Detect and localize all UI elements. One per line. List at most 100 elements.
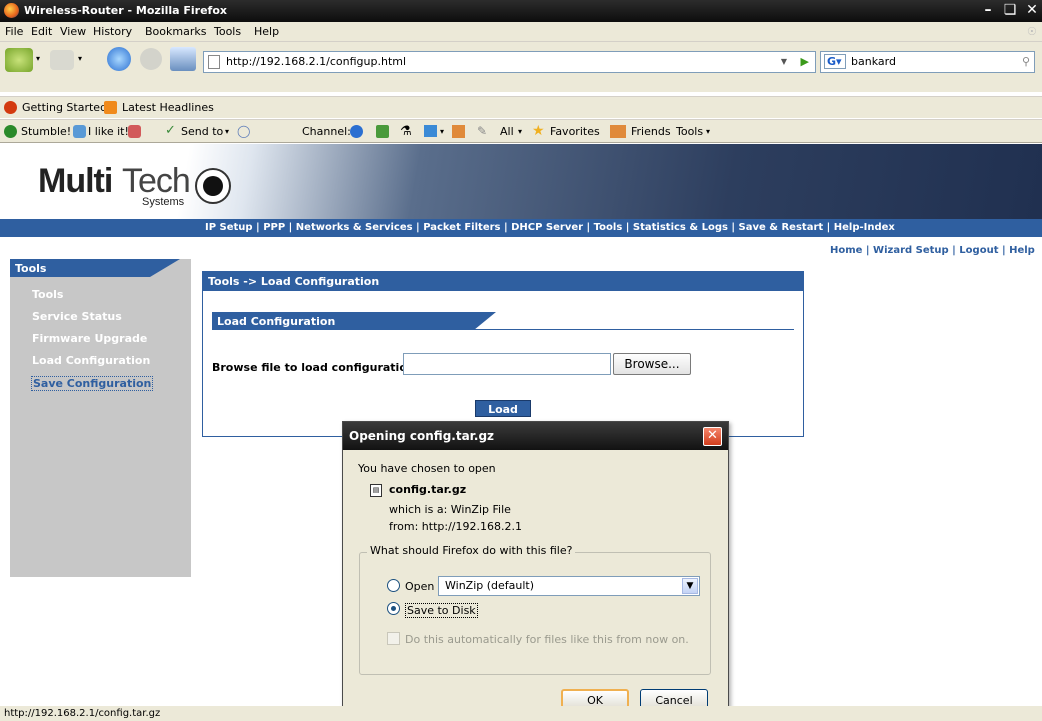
stop-icon[interactable] <box>140 48 162 70</box>
dialog-file-source: from: http://192.168.2.1 <box>389 520 522 533</box>
forward-dropdown-icon[interactable]: ▾ <box>78 54 82 63</box>
dialog-file-type: which is a: WinZip File <box>389 503 511 516</box>
page-icon <box>208 55 220 69</box>
url-dropdown-icon[interactable]: ▼ <box>781 52 787 72</box>
browse-label: Browse file to load configuration <box>212 361 415 374</box>
chevron-down-icon[interactable]: ▼ <box>682 578 698 594</box>
window-title: Wireless-Router - Mozilla Firefox <box>24 4 227 17</box>
menu-file[interactable]: File <box>5 25 23 38</box>
archive-file-icon: ▤ <box>370 484 382 497</box>
menu-bar: File Edit View History Bookmarks Tools H… <box>0 22 1042 42</box>
throbber-icon: ☉ <box>1027 25 1037 38</box>
firefox-icon <box>4 3 19 18</box>
stumbleupon-icon <box>4 125 17 138</box>
search-input[interactable]: G▾ bankard ⚲ <box>820 51 1035 73</box>
open-with-value: WinZip (default) <box>445 579 535 592</box>
sidebar-item-service-status[interactable]: Service Status <box>32 310 122 323</box>
bookmark-latest-headlines[interactable]: Latest Headlines <box>122 101 214 114</box>
open-with-select[interactable]: WinZip (default) ▼ <box>438 576 700 596</box>
close-window-button[interactable]: ✕ <box>1022 1 1042 20</box>
search-icon[interactable]: ⚲ <box>1022 52 1030 72</box>
go-icon[interactable]: ▶ <box>801 52 809 72</box>
tools-dropdown-icon[interactable]: ▾ <box>706 127 710 136</box>
dialog-intro-text: You have chosen to open <box>358 462 496 475</box>
section-divider <box>212 329 794 330</box>
all-button[interactable]: All <box>500 125 514 138</box>
all-dropdown-icon[interactable]: ▾ <box>518 127 522 136</box>
comment-icon[interactable]: ◯ <box>237 124 250 138</box>
image-icon[interactable] <box>424 125 437 137</box>
router-main-nav: IP Setup | PPP | Networks & Services | P… <box>0 219 1042 237</box>
home-icon[interactable] <box>170 47 196 71</box>
file-open-dialog: Opening config.tar.gz ✕ You have chosen … <box>342 421 729 721</box>
stumble-button[interactable]: Stumble! <box>21 125 71 138</box>
sidebar-item-load-configuration[interactable]: Load Configuration <box>32 354 150 367</box>
bookmark-getting-started[interactable]: Getting Started <box>22 101 107 114</box>
bookmarks-toolbar: Getting Started Latest Headlines <box>0 96 1042 118</box>
send-to-dropdown-icon[interactable]: ▾ <box>225 127 229 136</box>
router-sub-nav[interactable]: Home | Wizard Setup | Logout | Help <box>830 245 1035 256</box>
file-path-input[interactable] <box>403 353 611 375</box>
menu-history[interactable]: History <box>93 25 132 38</box>
router-nav-links[interactable]: IP Setup | PPP | Networks & Services | P… <box>205 222 895 233</box>
forward-button[interactable] <box>50 50 74 70</box>
menu-tools[interactable]: Tools <box>214 25 241 38</box>
back-button[interactable] <box>5 48 33 72</box>
send-to-icon: ✓ <box>165 123 176 138</box>
people-icon[interactable] <box>452 125 465 138</box>
stumbleupon-toolbar: Stumble! I like it! ✓ Send to ▾ ◯ Channe… <box>0 119 1042 143</box>
save-to-disk-radio[interactable] <box>387 602 400 615</box>
favorites-button[interactable]: Favorites <box>550 125 600 138</box>
maximize-button[interactable]: ❏ <box>1000 1 1020 20</box>
send-to-button[interactable]: Send to <box>181 125 223 138</box>
dialog-close-button[interactable]: ✕ <box>703 427 722 446</box>
menu-bookmarks[interactable]: Bookmarks <box>145 25 206 38</box>
open-with-radio[interactable] <box>387 579 400 592</box>
dialog-filename: config.tar.gz <box>389 483 467 496</box>
search-text: bankard <box>851 55 896 68</box>
auto-action-label: Do this automatically for files like thi… <box>405 633 689 646</box>
load-button[interactable]: Load <box>475 400 531 417</box>
menu-view[interactable]: View <box>60 25 86 38</box>
robot-icon[interactable]: ⚗ <box>400 124 412 139</box>
window-titlebar: Wireless-Router - Mozilla Firefox – ❏ ✕ <box>0 0 1042 22</box>
status-text: http://192.168.2.1/config.tar.gz <box>4 708 161 719</box>
logo-bold-text: Multi <box>38 162 113 200</box>
toolbar-icon-2[interactable] <box>376 125 389 138</box>
browse-button[interactable]: Browse... <box>613 353 691 375</box>
load-configuration-panel: Tools -> Load Configuration Load Configu… <box>202 271 804 437</box>
menu-help[interactable]: Help <box>254 25 279 38</box>
channel-icon[interactable] <box>350 125 363 138</box>
tools-menu-button[interactable]: Tools <box>676 125 703 138</box>
url-input[interactable]: http://192.168.2.1/configup.html ▼ ▶ <box>203 51 816 73</box>
logo-circle-icon <box>195 168 231 204</box>
tools-sidebar: Tools Tools Service Status Firmware Upgr… <box>10 259 191 577</box>
reload-icon[interactable] <box>107 47 131 71</box>
image-dropdown-icon[interactable]: ▾ <box>440 127 444 136</box>
url-text: http://192.168.2.1/configup.html <box>226 55 407 68</box>
auto-action-checkbox[interactable] <box>387 632 400 645</box>
menu-edit[interactable]: Edit <box>31 25 52 38</box>
search-engine-icon[interactable]: G▾ <box>824 54 846 69</box>
friends-button[interactable]: Friends <box>631 125 671 138</box>
sidebar-heading: Tools <box>10 259 191 277</box>
navigation-toolbar: ▾ ▾ http://192.168.2.1/configup.html ▼ ▶… <box>0 42 1042 92</box>
dialog-title: Opening config.tar.gz <box>343 422 728 450</box>
logo-sub-text: Systems <box>142 196 185 208</box>
thumbs-down-icon[interactable] <box>128 125 141 138</box>
minimize-button[interactable]: – <box>978 1 998 20</box>
panel-caption: Tools -> Load Configuration <box>203 272 803 291</box>
sidebar-heading-label: Tools <box>15 262 47 275</box>
tag-icon[interactable]: ✎ <box>477 124 487 138</box>
star-icon: ★ <box>532 123 545 139</box>
back-dropdown-icon[interactable]: ▾ <box>36 54 40 63</box>
thumbs-up-icon <box>73 125 86 138</box>
rss-icon <box>104 101 117 114</box>
sidebar-item-firmware-upgrade[interactable]: Firmware Upgrade <box>32 332 147 345</box>
dialog-question: What should Firefox do with this file? <box>367 544 576 557</box>
friends-icon <box>610 125 626 138</box>
sidebar-item-save-configuration[interactable]: Save Configuration <box>31 376 154 391</box>
like-button[interactable]: I like it! <box>88 125 129 138</box>
status-bar: http://192.168.2.1/config.tar.gz <box>0 706 1042 721</box>
sidebar-item-tools[interactable]: Tools <box>32 288 63 301</box>
